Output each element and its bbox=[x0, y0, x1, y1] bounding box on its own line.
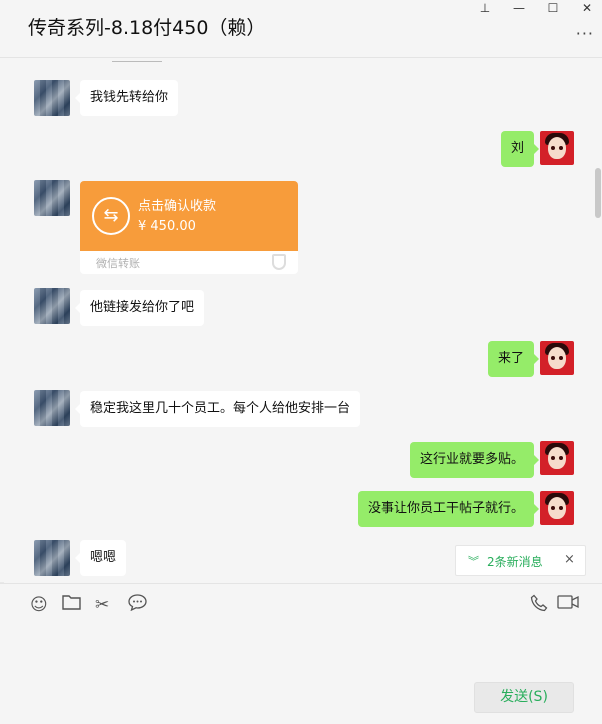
new-messages-label: 2条新消息 bbox=[487, 555, 543, 569]
message-bubble-sent[interactable]: 这行业就要多贴。 bbox=[409, 442, 540, 478]
user-avatar[interactable] bbox=[540, 131, 574, 165]
close-icon[interactable]: × bbox=[564, 552, 575, 567]
chat-header: 传奇系列-8.18付450（赖） ⊥ — ☐ ✕ ··· bbox=[0, 0, 602, 58]
contact-avatar[interactable] bbox=[34, 80, 70, 116]
send-button[interactable]: 发送(S) bbox=[474, 682, 574, 713]
transfer-title: 点击确认收款 bbox=[138, 199, 217, 214]
scrollbar[interactable] bbox=[595, 168, 601, 218]
message-input-area[interactable]: 发送(S) bbox=[0, 627, 602, 724]
contact-avatar[interactable] bbox=[34, 390, 70, 426]
contact-avatar[interactable] bbox=[34, 180, 70, 216]
transfer-footer: 微信转账 bbox=[96, 257, 140, 270]
message-bubble-received[interactable]: 他链接发给你了吧 bbox=[74, 290, 205, 326]
shield-icon bbox=[272, 254, 286, 270]
phone-icon[interactable] bbox=[530, 594, 548, 618]
minimize-icon[interactable]: — bbox=[512, 1, 526, 15]
partial-message bbox=[112, 58, 162, 62]
input-toolbar: ☺ ✂ bbox=[0, 583, 602, 627]
chat-title: 传奇系列-8.18付450（赖） bbox=[28, 17, 266, 39]
message-bubble-sent[interactable]: 没事让你员工干帖子就行。 bbox=[357, 491, 540, 527]
scissors-icon[interactable]: ✂ bbox=[95, 594, 109, 616]
pin-icon[interactable]: ⊥ bbox=[478, 1, 492, 15]
message-bubble-received[interactable]: 我钱先转给你 bbox=[74, 80, 179, 116]
user-avatar[interactable] bbox=[540, 441, 574, 475]
contact-avatar[interactable] bbox=[34, 540, 70, 576]
chevrons-down-icon: ︾ bbox=[468, 555, 479, 568]
transfer-arrows-icon: ⇆ bbox=[92, 197, 130, 235]
contact-avatar[interactable] bbox=[34, 288, 70, 324]
message-bubble-received[interactable]: 嗯嗯 bbox=[74, 540, 127, 576]
message-bubble-received[interactable]: 稳定我这里几十个员工。每个人给他安排一台 bbox=[74, 391, 361, 427]
folder-icon[interactable] bbox=[62, 594, 81, 616]
maximize-icon[interactable]: ☐ bbox=[546, 1, 560, 15]
video-icon[interactable] bbox=[557, 594, 579, 616]
message-bubble-sent[interactable]: 来了 bbox=[487, 341, 540, 377]
more-options-icon[interactable]: ··· bbox=[576, 24, 594, 43]
transfer-amount: ¥ 450.00 bbox=[138, 219, 196, 234]
window-controls: ⊥ — ☐ ✕ bbox=[478, 0, 594, 16]
message-bubble-sent[interactable]: 刘 bbox=[500, 131, 540, 167]
emoji-icon[interactable]: ☺ bbox=[30, 594, 48, 616]
message-list[interactable]: 我钱先转给你 刘 ⇆ 点击确认收款 ¥ 450.00 微信转账 他链接发给你了吧… bbox=[0, 58, 602, 582]
close-icon[interactable]: ✕ bbox=[580, 1, 594, 15]
chat-bubble-icon[interactable] bbox=[128, 594, 147, 617]
transfer-card[interactable]: ⇆ 点击确认收款 ¥ 450.00 微信转账 bbox=[80, 181, 298, 274]
user-avatar[interactable] bbox=[540, 341, 574, 375]
user-avatar[interactable] bbox=[540, 491, 574, 525]
new-messages-indicator[interactable]: ︾ 2条新消息 × bbox=[455, 545, 586, 576]
